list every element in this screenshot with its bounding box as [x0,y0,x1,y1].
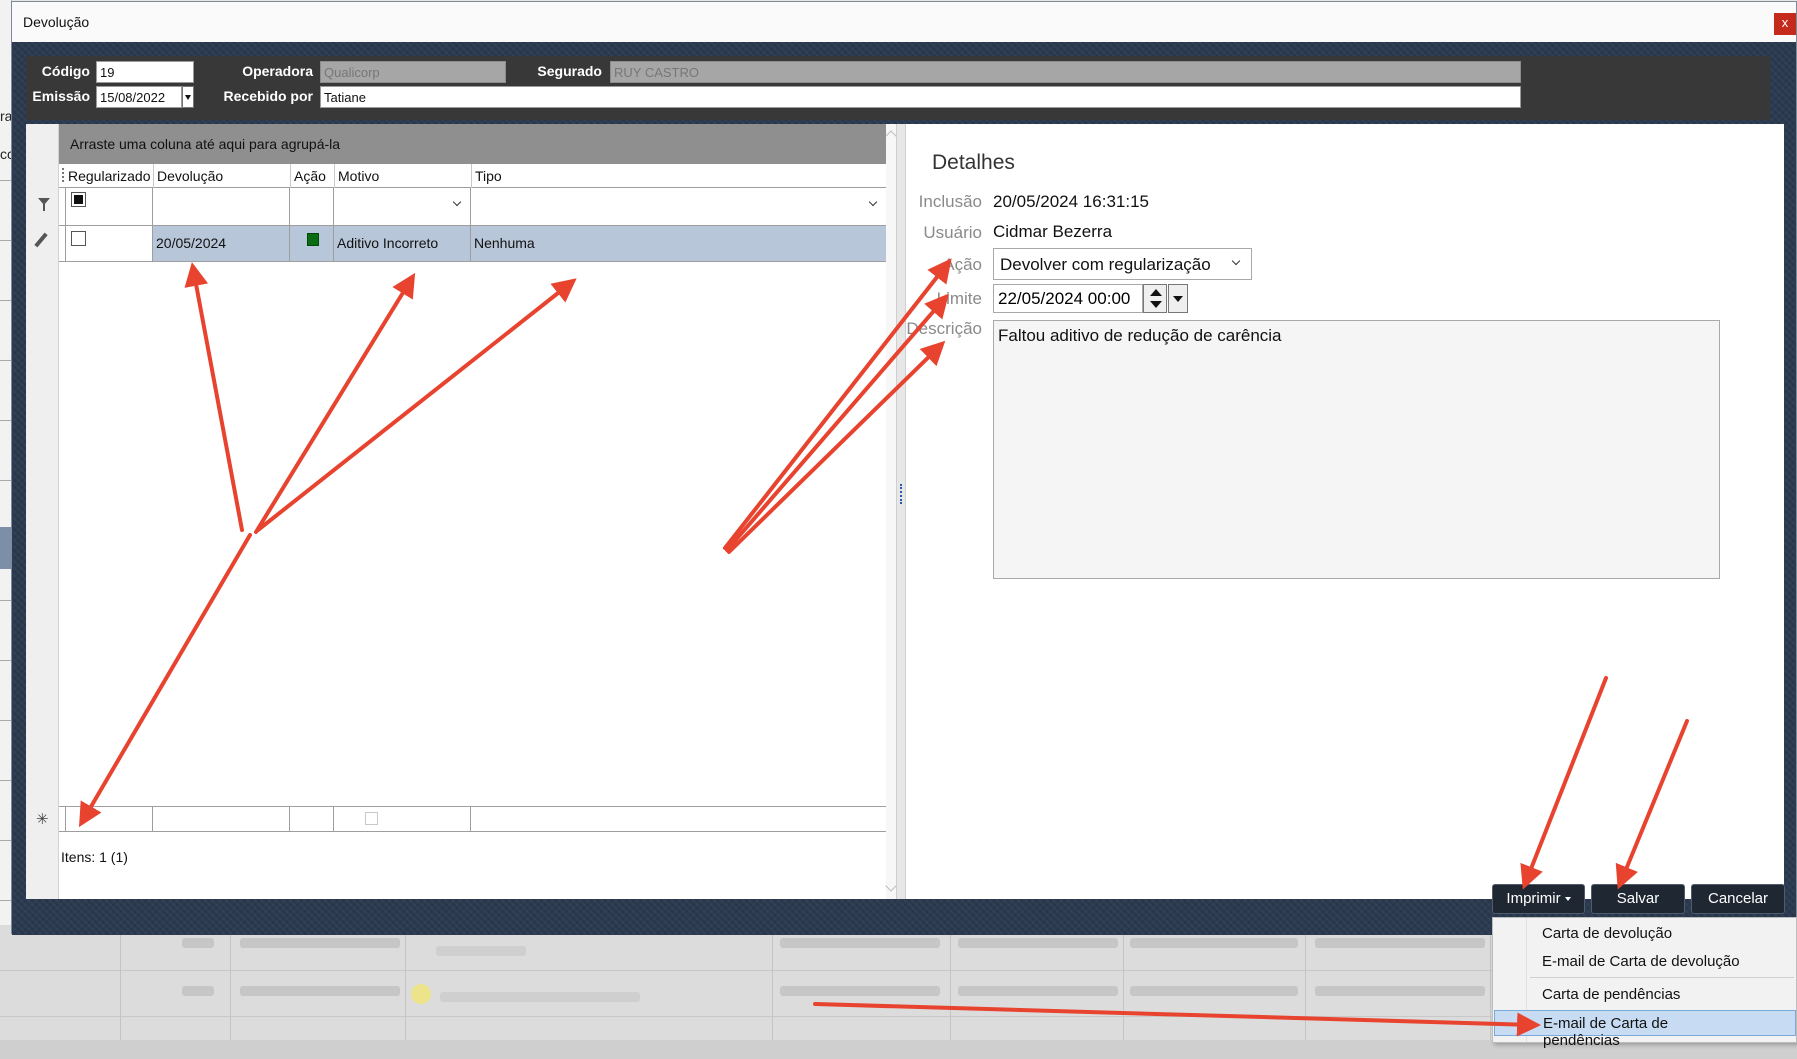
new-item-row[interactable] [59,806,886,832]
menu-item-email-carta-pendencias[interactable]: E-mail de Carta de pendências [1494,1010,1796,1049]
inclusao-value: 20/05/2024 16:31:15 [993,192,1149,211]
caret-down-icon [1564,897,1571,902]
chevron-down-icon[interactable] [868,197,878,207]
codigo-input[interactable] [96,61,194,83]
cell-tipo[interactable]: Nenhuma [471,226,886,261]
devolucao-window: Devolução x Código Emissão Operadora Rec… [11,1,1797,935]
recebido-por-label: Recebido por [223,88,313,104]
title-bar: Devolução x [12,2,1796,42]
filter-acao[interactable] [290,188,334,225]
window-body: Código Emissão Operadora Recebido por Se… [12,42,1796,935]
filter-row [59,188,886,226]
scroll-up-icon[interactable] [885,130,897,142]
operadora-input [320,61,506,83]
cell-motivo-text: Aditivo Incorreto [337,235,439,251]
filter-regularizado-checkbox[interactable] [71,192,86,207]
cell-acao[interactable] [290,226,334,261]
table-row[interactable]: 20/05/2024 Aditivo Incorreto Nenhuma [59,226,886,262]
acao-status-square [307,233,319,246]
menu-item-email-carta-devolucao[interactable]: E-mail de Carta de devolução [1494,949,1796,975]
print-menu: Carta de devolução E-mail de Carta de de… [1492,917,1797,1049]
scroll-down-icon[interactable] [885,880,897,892]
descricao-label: Descrição [906,319,982,338]
limite-input[interactable] [993,284,1143,313]
emissao-input[interactable] [96,86,182,108]
imprimir-label: Imprimir [1506,890,1561,907]
usuario-label: Usuário [923,223,982,242]
column-header-devolucao[interactable]: Devolução [153,164,290,188]
header-form: Código Emissão Operadora Recebido por Se… [26,56,1770,120]
imprimir-button[interactable]: Imprimir [1492,884,1585,914]
salvar-button[interactable]: Salvar [1591,884,1685,914]
column-header-tipo[interactable]: Tipo [471,164,886,188]
cell-devolucao-text: 20/05/2024 [156,235,227,251]
cell-devolucao[interactable]: 20/05/2024 [153,226,290,261]
details-panel: Detalhes Inclusão 20/05/2024 16:31:15 Us… [906,124,1784,899]
cell-motivo[interactable]: Aditivo Incorreto [334,226,471,261]
splitter-grip-icon[interactable] [900,484,903,504]
filter-regularizado[interactable] [65,188,153,225]
close-button[interactable]: x [1774,13,1796,35]
segurado-input [610,61,1521,83]
filter-devolucao[interactable] [153,188,290,225]
details-title: Detalhes [932,151,1015,174]
column-header-motivo[interactable]: Motivo [334,164,471,188]
menu-item-carta-pendencias[interactable]: Carta de pendências [1494,982,1796,1008]
chevron-down-icon[interactable] [1231,256,1241,266]
codigo-label: Código [41,63,90,79]
main-content: ✳ Arraste uma coluna até aqui para agrup… [26,124,1784,899]
group-by-panel[interactable]: Arraste uma coluna até aqui para agrupá-… [59,124,886,164]
limite-dropdown-icon[interactable] [1168,284,1188,313]
items-count: Itens: 1 (1) [61,849,128,865]
new-row-asterisk-icon: ✳ [36,811,49,828]
cell-tipo-text: Nenhuma [474,235,535,251]
acao-select[interactable]: Devolver com regularização [993,248,1252,280]
window-title: Devolução [23,14,90,30]
emissao-dropdown-icon[interactable] [182,86,194,108]
segurado-label: Segurado [537,63,602,79]
column-header-regularizado[interactable]: Regularizado [65,164,153,188]
menu-item-carta-devolucao[interactable]: Carta de devolução [1494,921,1796,947]
spin-up-icon[interactable] [1150,289,1162,296]
descricao-textarea[interactable]: Faltou aditivo de redução de carência [993,320,1720,579]
limite-label: Limite [936,289,982,308]
filter-icon[interactable] [38,198,50,211]
background-status-dot [411,984,431,1004]
recebido-por-input[interactable] [320,86,1521,108]
spin-down-icon[interactable] [1150,301,1162,308]
menu-separator [1530,977,1794,978]
acao-select-value: Devolver com regularização [1000,255,1211,274]
chevron-down-icon[interactable] [452,197,462,207]
operadora-label: Operadora [242,63,313,79]
regularizado-checkbox[interactable] [71,231,86,246]
cell-regularizado[interactable] [65,226,153,261]
cancelar-button[interactable]: Cancelar [1691,884,1785,914]
filter-tipo[interactable] [471,188,886,225]
emissao-label: Emissão [32,88,90,104]
inclusao-label: Inclusão [918,192,982,211]
acao-label: Ação [943,255,982,274]
column-headers: Regularizado Devolução Ação Motivo Tipo [59,164,886,188]
filter-motivo[interactable] [334,188,471,225]
devolucoes-grid: ✳ Arraste uma coluna até aqui para agrup… [26,124,897,899]
column-header-acao[interactable]: Ação [290,164,334,188]
limite-spinner[interactable] [1143,284,1167,313]
usuario-value: Cidmar Bezerra [993,222,1113,241]
